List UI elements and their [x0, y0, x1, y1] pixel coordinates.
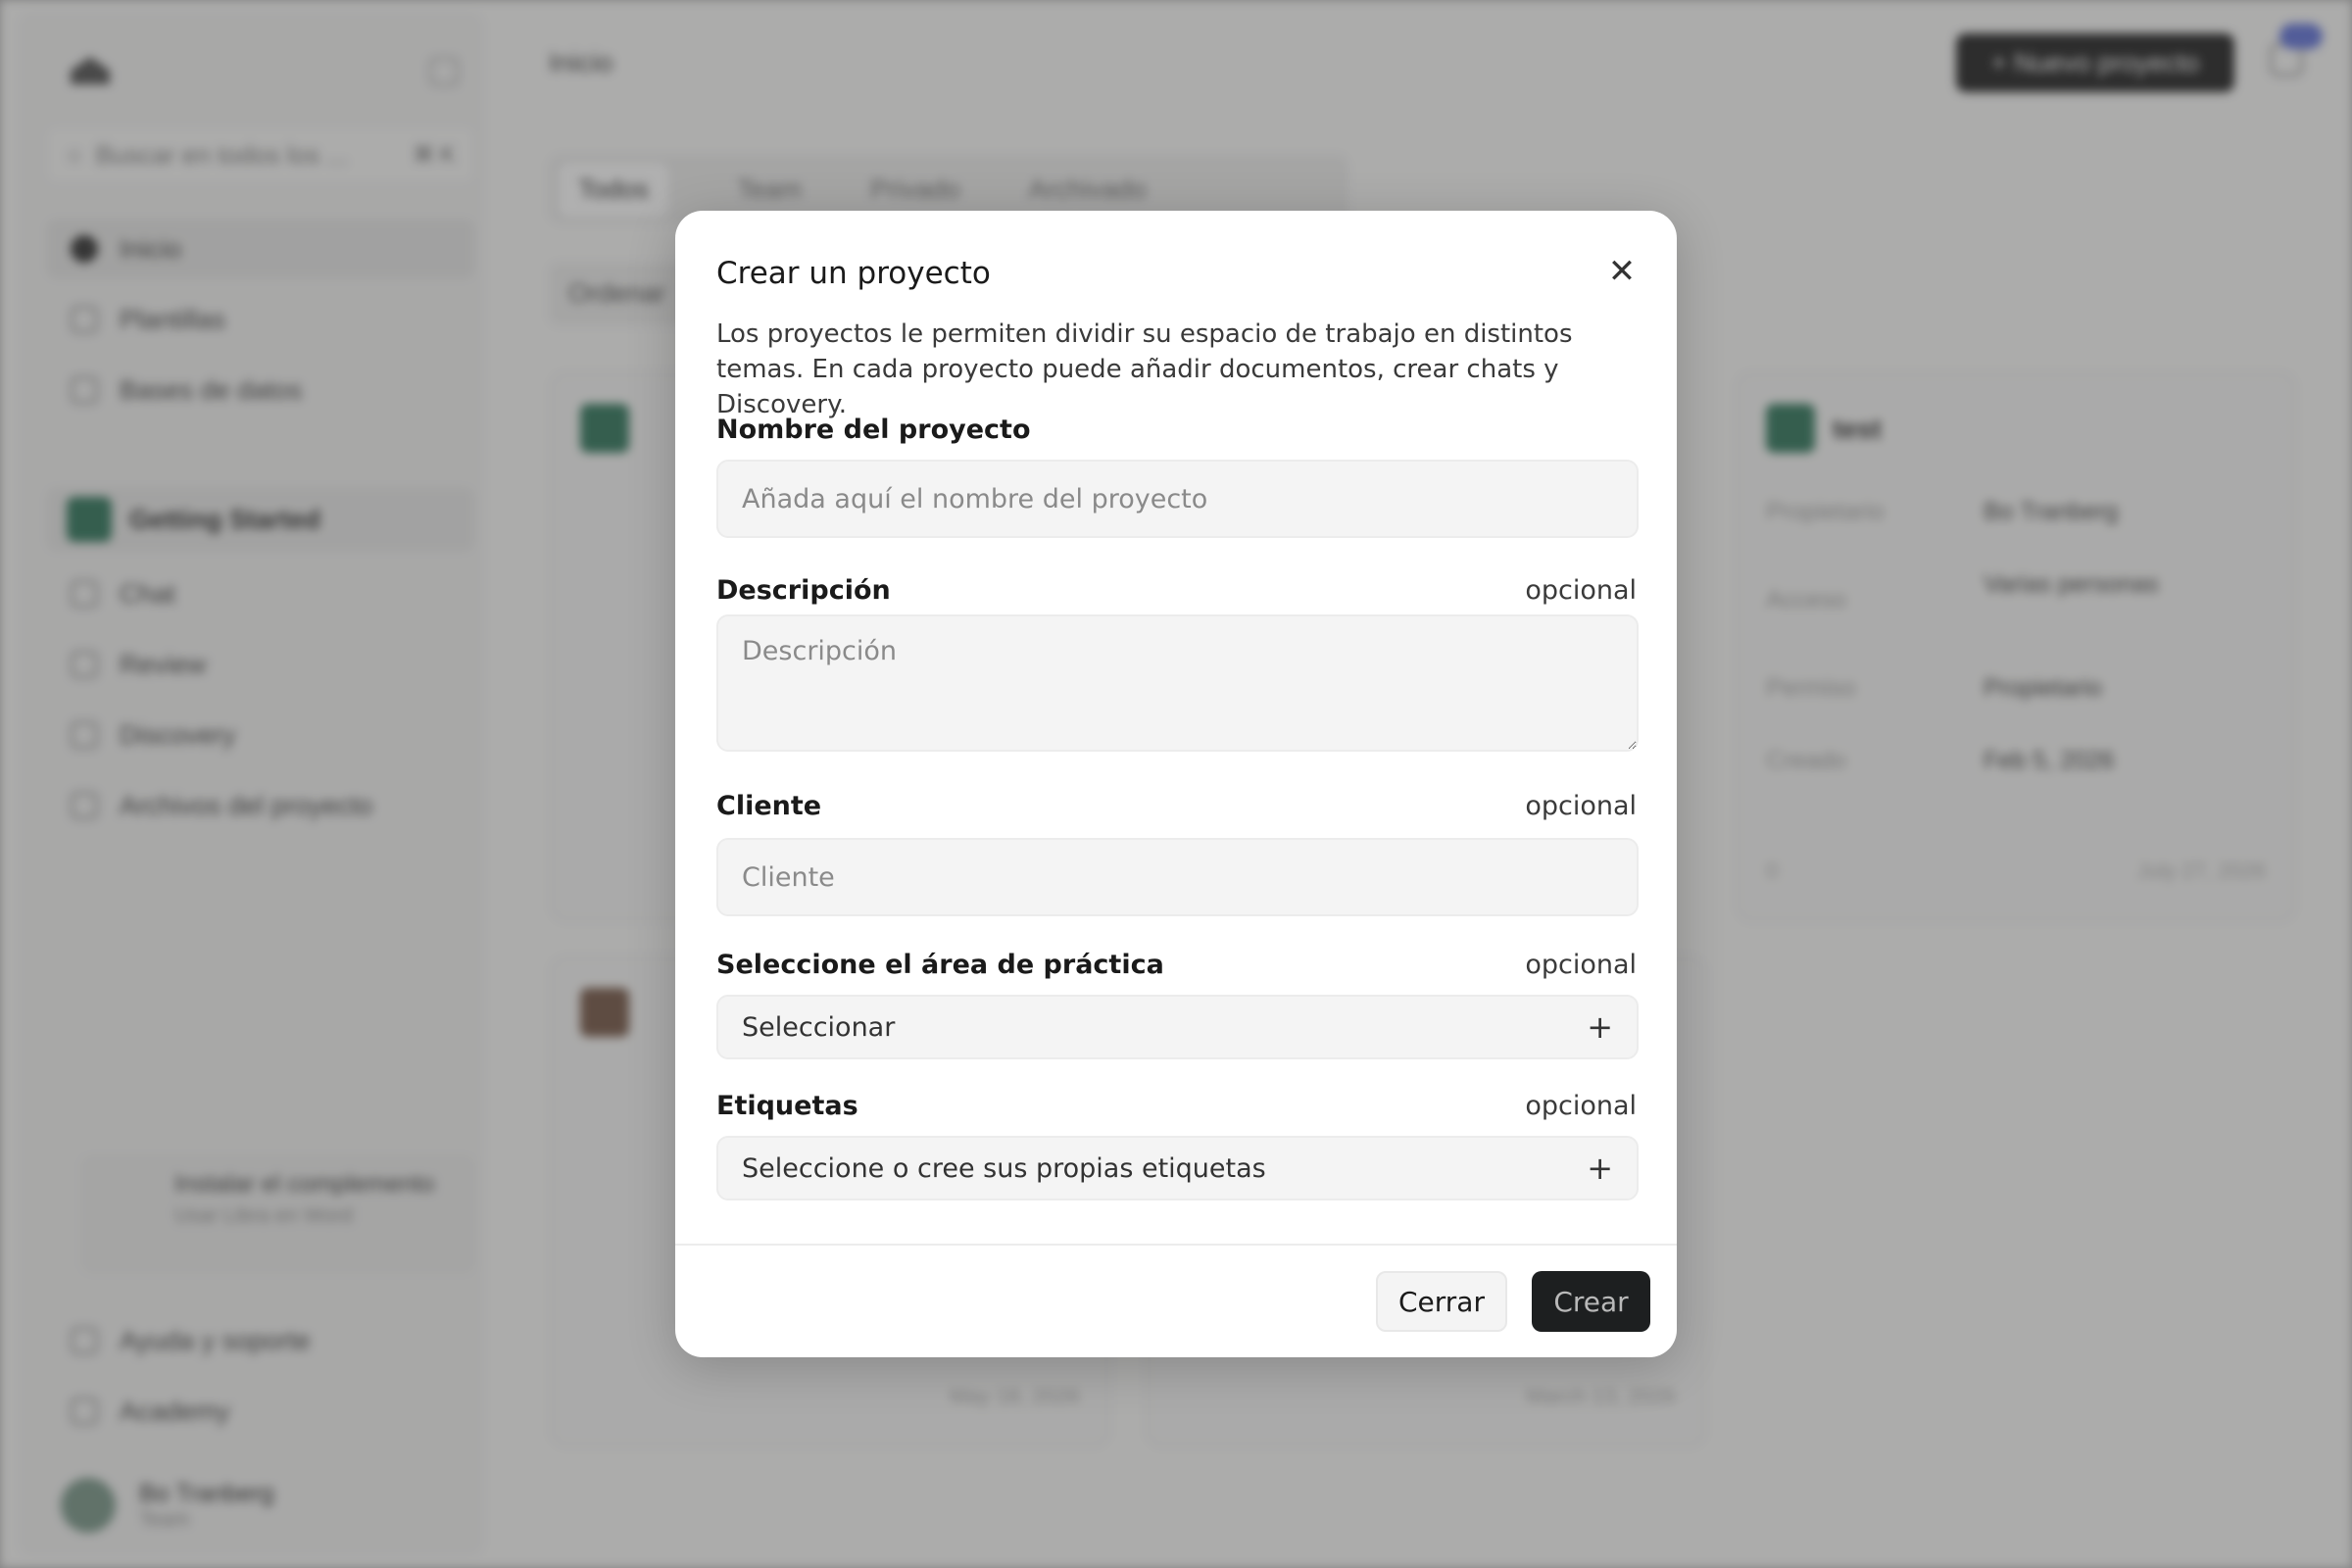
project-name-label: Nombre del proyecto: [716, 415, 1031, 445]
tags-label: Etiquetas: [716, 1091, 858, 1121]
description-optional-label: opcional: [1525, 575, 1637, 606]
plus-icon: +: [1587, 1008, 1613, 1046]
client-input[interactable]: [716, 838, 1639, 916]
project-name-input[interactable]: [716, 460, 1639, 538]
description-label: Descripción: [716, 575, 891, 606]
client-optional-label: opcional: [1525, 791, 1637, 821]
close-icon[interactable]: ✕: [1604, 254, 1640, 289]
practice-area-select[interactable]: Seleccionar +: [716, 995, 1639, 1059]
tags-select[interactable]: Seleccione o cree sus propias etiquetas …: [716, 1136, 1639, 1200]
description-textarea[interactable]: [716, 614, 1639, 752]
dialog-title: Crear un proyecto: [716, 256, 991, 291]
practice-area-label: Seleccione el área de práctica: [716, 950, 1164, 980]
client-label: Cliente: [716, 791, 822, 821]
cancel-button[interactable]: Cerrar: [1376, 1271, 1507, 1332]
dialog-description: Los proyectos le permiten dividir su esp…: [716, 319, 1573, 419]
create-project-dialog: Crear un proyecto ✕ Los proyectos le per…: [675, 211, 1677, 1357]
practice-area-optional-label: opcional: [1525, 950, 1637, 980]
tags-optional-label: opcional: [1525, 1091, 1637, 1121]
practice-area-value: Seleccionar: [742, 1011, 896, 1043]
tags-value: Seleccione o cree sus propias etiquetas: [742, 1152, 1266, 1184]
create-button[interactable]: Crear: [1532, 1271, 1650, 1332]
dialog-divider: [675, 1244, 1677, 1246]
plus-icon: +: [1587, 1150, 1613, 1187]
